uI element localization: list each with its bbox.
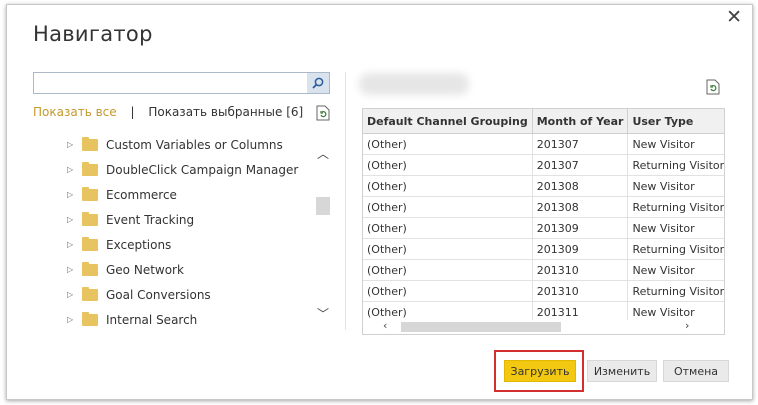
table-cell: Returning Visitor: [627, 280, 724, 302]
table-row: (Other) 201308 Returning Visitor: [363, 196, 724, 218]
column-header[interactable]: Default Channel Grouping: [363, 109, 533, 134]
tree-item-label: Goal Conversions: [106, 287, 211, 302]
folder-icon: [82, 136, 98, 151]
filter-links: Показать все | Показать выбранные [6]: [33, 105, 303, 119]
preview-table: Default Channel Grouping Month of Year U…: [362, 108, 725, 335]
table-cell: Returning Visitor: [627, 196, 724, 218]
table-cell: 201307: [532, 133, 629, 155]
expand-arrow-icon[interactable]: ▷: [67, 240, 77, 249]
folder-icon: [82, 261, 98, 276]
table-cell: (Other): [363, 259, 533, 281]
table-cell: (Other): [363, 175, 533, 197]
navigator-tree: ▷ Custom Variables or Columns ▷ DoubleClic…: [67, 132, 317, 332]
table-header-row: Default Channel Grouping Month of Year U…: [363, 109, 724, 134]
table-cell: (Other): [363, 238, 533, 260]
table-cell: (Other): [363, 280, 533, 302]
table-cell: New Visitor: [627, 217, 724, 239]
scrollbar-thumb[interactable]: [401, 322, 561, 332]
folder-icon: [82, 311, 98, 326]
close-icon[interactable]: ✕: [726, 7, 742, 27]
tree-item[interactable]: ▷ Exceptions: [67, 232, 317, 257]
table-cell: New Visitor: [627, 259, 724, 281]
table-cell: 201307: [532, 154, 629, 176]
table-cell: New Visitor: [627, 133, 724, 155]
dialog-title: Навигатор: [33, 22, 153, 46]
table-row: (Other) 201310 New Visitor: [363, 259, 724, 281]
tree-item[interactable]: ▷ Ecommerce: [67, 182, 317, 207]
scroll-left-icon[interactable]: ‹: [383, 319, 387, 332]
table-cell: 201309: [532, 217, 629, 239]
tree-item[interactable]: ▷ DoubleClick Campaign Manager: [67, 157, 317, 182]
tree-item-label: Internal Search: [106, 312, 198, 327]
refresh-icon[interactable]: [316, 105, 330, 125]
preview-refresh-icon[interactable]: [706, 79, 720, 99]
expand-arrow-icon[interactable]: ▷: [67, 290, 77, 299]
edit-button[interactable]: Изменить: [587, 360, 657, 382]
table-row: (Other) 201307 Returning Visitor: [363, 154, 724, 176]
tree-item-label: DoubleClick Campaign Manager: [106, 162, 299, 177]
tree-item-label: Exceptions: [106, 237, 172, 252]
table-horizontal-scrollbar[interactable]: ‹ ›: [363, 319, 724, 334]
table-cell: 201310: [532, 259, 629, 281]
scroll-up-icon[interactable]: ︿: [317, 145, 329, 162]
expand-arrow-icon[interactable]: ▷: [67, 215, 77, 224]
tree-item-label: Event Tracking: [106, 212, 195, 227]
table-cell: 201309: [532, 238, 629, 260]
tree-item[interactable]: ▷ Geo Network: [67, 257, 317, 282]
table-cell: Returning Visitor: [627, 238, 724, 260]
table-row: (Other) 201308 New Visitor: [363, 175, 724, 197]
search-icon[interactable]: [307, 73, 329, 93]
table-cell: (Other): [363, 217, 533, 239]
folder-icon: [82, 161, 98, 176]
tree-item-label: Geo Network: [106, 262, 184, 277]
table-cell: 201310: [532, 280, 629, 302]
table-row: (Other) 201307 New Visitor: [363, 133, 724, 155]
tree-item[interactable]: ▷ Goal Conversions: [67, 282, 317, 307]
show-all-link[interactable]: Показать все: [33, 105, 117, 119]
table-cell: New Visitor: [627, 175, 724, 197]
scroll-down-icon[interactable]: ﹀: [317, 305, 329, 322]
table-cell: (Other): [363, 133, 533, 155]
preview-title-blurred: [359, 73, 469, 95]
table-cell: 201308: [532, 196, 629, 218]
table-row: (Other) 201310 Returning Visitor: [363, 280, 724, 302]
expand-arrow-icon[interactable]: ▷: [67, 165, 77, 174]
scroll-right-icon[interactable]: ›: [685, 319, 689, 332]
expand-arrow-icon[interactable]: ▷: [67, 190, 77, 199]
tree-item[interactable]: ▷ Custom Variables or Columns: [67, 132, 317, 157]
tree-item[interactable]: ▷ Internal Search: [67, 307, 317, 332]
expand-arrow-icon[interactable]: ▷: [67, 265, 77, 274]
folder-icon: [82, 236, 98, 251]
expand-arrow-icon[interactable]: ▷: [67, 315, 77, 324]
navigator-dialog: Навигатор ✕ Показать все | Показать выбр…: [6, 4, 753, 400]
scrollbar-thumb[interactable]: [316, 197, 330, 215]
show-selected-link[interactable]: Показать выбранные [6]: [148, 105, 303, 119]
pane-divider: [345, 72, 346, 330]
search-input[interactable]: [33, 72, 330, 94]
table-cell: (Other): [363, 196, 533, 218]
cancel-button[interactable]: Отмена: [663, 360, 729, 382]
tree-item[interactable]: ▷ Event Tracking: [67, 207, 317, 232]
folder-icon: [82, 186, 98, 201]
table-cell: 201308: [532, 175, 629, 197]
table-row: (Other) 201309 Returning Visitor: [363, 238, 724, 260]
column-header[interactable]: User Type: [627, 109, 724, 134]
tree-item-label: Ecommerce: [106, 187, 177, 202]
links-separator: |: [130, 105, 135, 119]
table-cell: (Other): [363, 154, 533, 176]
column-header[interactable]: Month of Year: [532, 109, 629, 134]
load-button[interactable]: Загрузить: [504, 360, 576, 382]
folder-icon: [82, 211, 98, 226]
expand-arrow-icon[interactable]: ▷: [67, 140, 77, 149]
table-row: (Other) 201309 New Visitor: [363, 217, 724, 239]
table-cell: Returning Visitor: [627, 154, 724, 176]
folder-icon: [82, 286, 98, 301]
tree-item-label: Custom Variables or Columns: [106, 137, 283, 152]
tree-scrollbar[interactable]: ︿ ﹀: [315, 145, 331, 329]
